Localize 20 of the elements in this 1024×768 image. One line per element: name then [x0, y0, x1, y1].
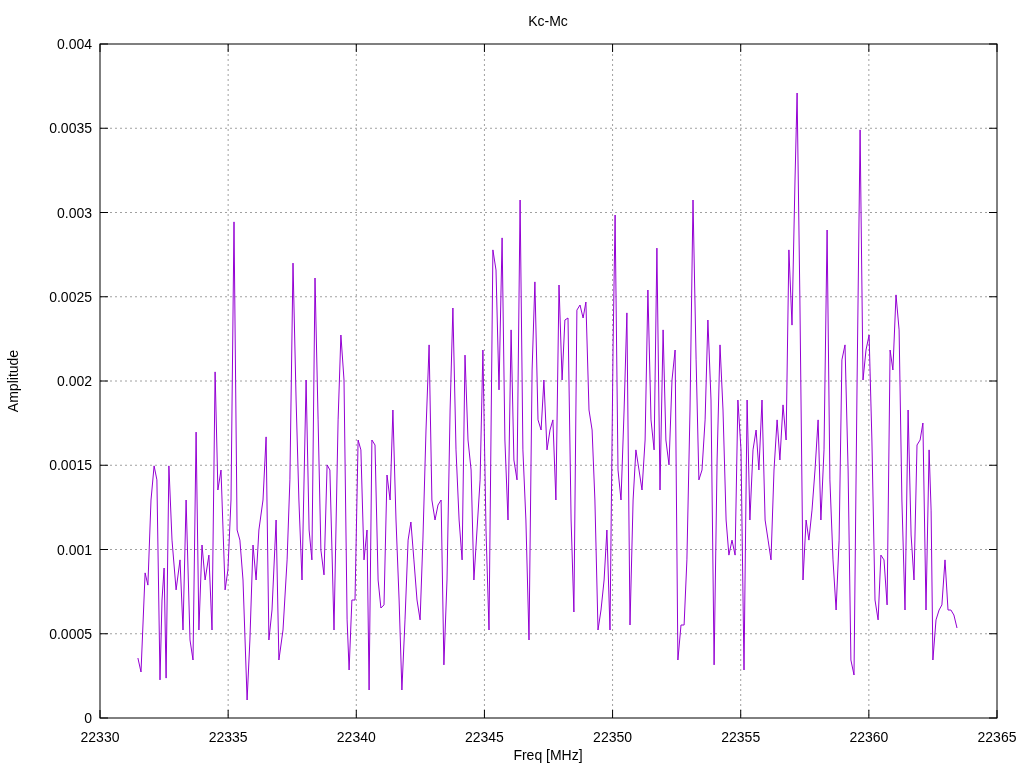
x-tick-label: 22360: [849, 729, 889, 745]
x-axis-label: Freq [MHz]: [513, 747, 583, 763]
y-tick-label: 0.002: [56, 373, 92, 389]
x-tick-label: 22340: [336, 729, 376, 745]
y-tick-label: 0.003: [56, 204, 92, 221]
y-tick-label: 0.0015: [49, 457, 92, 474]
y-tick-label: 0.001: [56, 541, 92, 558]
y-tick-label: 0.0005: [49, 625, 92, 642]
x-tick-label: 22345: [464, 729, 504, 745]
chart-title: Kc-Mc: [528, 13, 568, 29]
y-axis-label: Amplitude: [5, 349, 21, 413]
x-tick-label: 22365: [977, 729, 1017, 745]
x-tick-label: 22350: [593, 729, 633, 745]
y-tick-label: 0.004: [56, 36, 92, 52]
y-tick-label: 0: [84, 710, 92, 726]
y-tick-label: 0.0035: [49, 120, 92, 137]
x-tick-label: 22330: [80, 729, 120, 745]
x-tick-label: 22335: [208, 729, 248, 745]
y-tick-label: 0.0025: [49, 288, 92, 305]
x-tick-label: 22355: [721, 729, 761, 745]
